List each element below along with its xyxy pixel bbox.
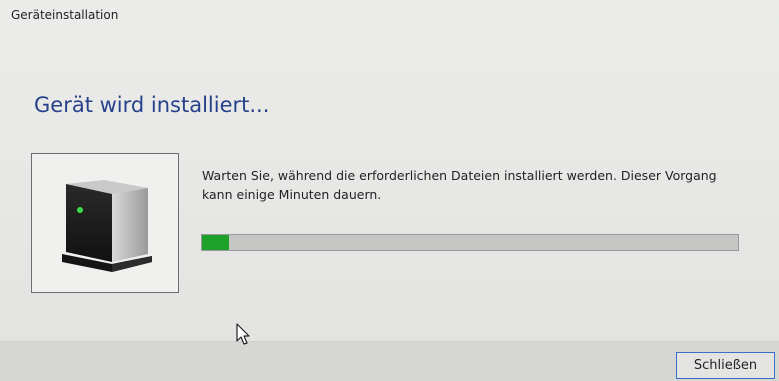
page-title: Gerät wird installiert... [34, 93, 270, 117]
window-title: Geräteinstallation [11, 8, 119, 22]
progress-fill [202, 235, 229, 250]
device-icon [62, 180, 152, 272]
device-image-frame [31, 153, 179, 293]
dialog-footer [0, 341, 779, 381]
device-installation-dialog: Geräteinstallation Gerät wird installier… [0, 0, 779, 381]
install-progress-bar [201, 234, 739, 251]
status-message: Warten Sie, während die erforderlichen D… [202, 168, 717, 202]
close-button[interactable]: Schließen [676, 352, 775, 379]
mouse-pointer-icon [236, 323, 250, 345]
